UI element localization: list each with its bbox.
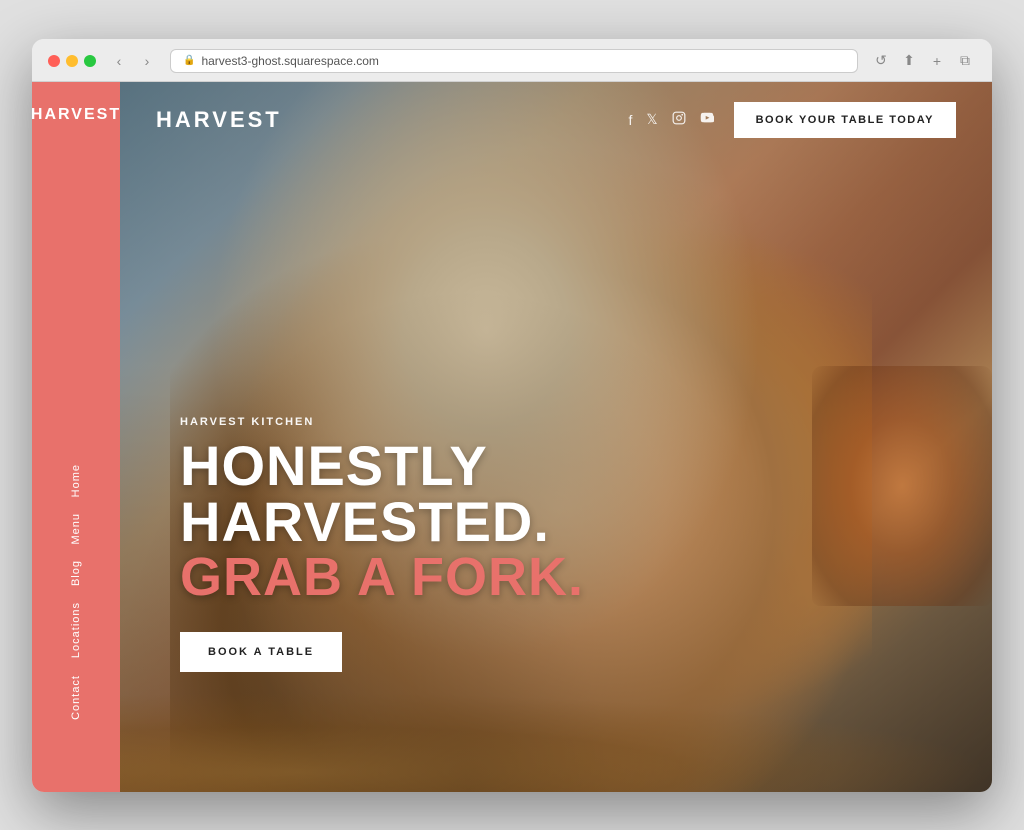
minimize-button[interactable]	[66, 55, 78, 67]
main-content: HARVEST f 𝕏	[120, 82, 992, 792]
browser-window: ‹ › 🔒 harvest3-ghost.squarespace.com ↺ ⬆…	[32, 39, 992, 792]
sidebar: HARVEST Home Menu Blog Locations Contact	[32, 82, 120, 792]
book-table-hero-button[interactable]: BOOK A TABLE	[180, 632, 342, 672]
sidebar-nav: Home Menu Blog Locations Contact	[70, 124, 82, 768]
sidebar-logo: HARVEST	[32, 106, 133, 124]
facebook-icon[interactable]: f	[628, 112, 632, 128]
hero-content: HARVEST KITCHEN HONESTLY HARVESTED. GRAB…	[180, 416, 584, 672]
reload-button[interactable]: ↺	[870, 50, 892, 72]
book-table-header-button[interactable]: BOOK YOUR TABLE TODAY	[734, 102, 956, 138]
hero-line1: HONESTLY	[180, 434, 488, 497]
sidebar-item-contact[interactable]: Contact	[70, 667, 82, 728]
sidebar-item-locations[interactable]: Locations	[70, 594, 82, 666]
header-right: f 𝕏	[628, 102, 956, 138]
tabs-button[interactable]: ⧉	[954, 50, 976, 72]
hero-line3: GRAB A FORK.	[180, 550, 584, 604]
browser-actions: ↺ ⬆ + ⧉	[870, 50, 976, 72]
lock-icon: 🔒	[183, 55, 195, 66]
url-text: harvest3-ghost.squarespace.com	[201, 54, 378, 68]
hero-subtitle: HARVEST KITCHEN	[180, 416, 584, 428]
close-button[interactable]	[48, 55, 60, 67]
forward-button[interactable]: ›	[136, 50, 158, 72]
website: HARVEST Home Menu Blog Locations Contact…	[32, 82, 992, 792]
twitter-icon[interactable]: 𝕏	[646, 111, 657, 128]
browser-nav: ‹ ›	[108, 50, 158, 72]
hero-title: HONESTLY HARVESTED. GRAB A FORK.	[180, 438, 584, 604]
maximize-button[interactable]	[84, 55, 96, 67]
new-tab-button[interactable]: +	[926, 50, 948, 72]
sidebar-item-home[interactable]: Home	[70, 456, 82, 505]
back-button[interactable]: ‹	[108, 50, 130, 72]
share-button[interactable]: ⬆	[898, 50, 920, 72]
address-bar[interactable]: 🔒 harvest3-ghost.squarespace.com	[170, 49, 858, 73]
sidebar-item-menu[interactable]: Menu	[70, 505, 82, 553]
header: HARVEST f 𝕏	[120, 82, 992, 158]
youtube-icon[interactable]	[700, 111, 714, 128]
social-icons: f 𝕏	[628, 111, 713, 128]
instagram-icon[interactable]	[672, 111, 686, 128]
traffic-lights	[48, 55, 96, 67]
sidebar-item-blog[interactable]: Blog	[70, 552, 82, 594]
hero-line2: HARVESTED.	[180, 490, 550, 553]
header-logo: HARVEST	[156, 107, 282, 133]
browser-chrome: ‹ › 🔒 harvest3-ghost.squarespace.com ↺ ⬆…	[32, 39, 992, 82]
